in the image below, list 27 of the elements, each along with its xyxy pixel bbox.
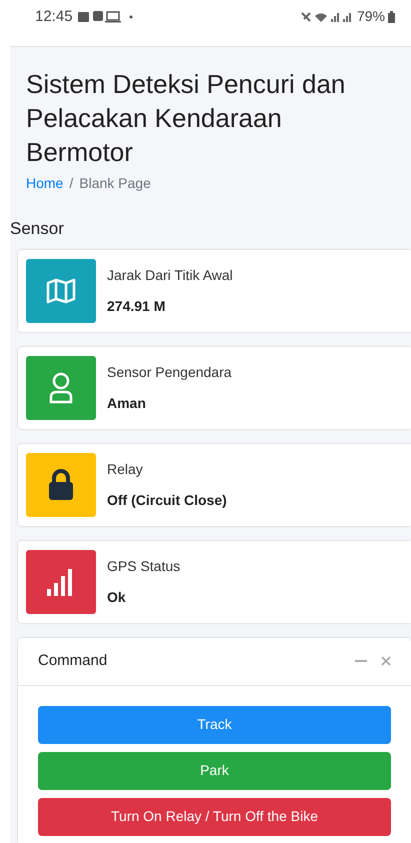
battery-percent: 79% [356,7,385,26]
section-title: Sensor [10,218,65,240]
status-time: 12:45 [35,7,73,27]
page-title: Sistem Deteksi Pencuri dan Pelacakan Kendaraan Bermotor [26,68,346,169]
info-box-value: Off (Circuit Close) [107,490,227,510]
close-icon [381,656,391,666]
battery-icon [388,10,395,22]
close-button[interactable] [381,656,391,666]
lock-icon [48,468,74,500]
info-box-value: Ok [107,588,127,606]
signal-status-icons [300,10,354,22]
info-box-label: Jarak Dari Titik Awal [107,266,233,284]
breadcrumb-separator: / [69,174,74,193]
map-icon [46,278,76,304]
info-box-value: 274.91 M [107,296,166,316]
user-icon [49,372,73,404]
info-box-label: Relay [107,460,144,479]
breadcrumb-link[interactable]: Home [26,173,64,194]
breadcrumb-link[interactable]: Blank Page [79,173,151,194]
command-button[interactable]: Park [38,752,391,790]
card-title: Command [38,650,108,671]
command-button[interactable]: Turn On Relay / Turn Off the Bike [38,798,391,836]
info-box-label: GPS Status [107,556,180,576]
command-button[interactable]: Track [38,706,391,744]
info-box-label: Sensor Pengendara [107,362,232,382]
info-box-value: Aman [107,394,147,412]
notification-icons [78,11,134,24]
